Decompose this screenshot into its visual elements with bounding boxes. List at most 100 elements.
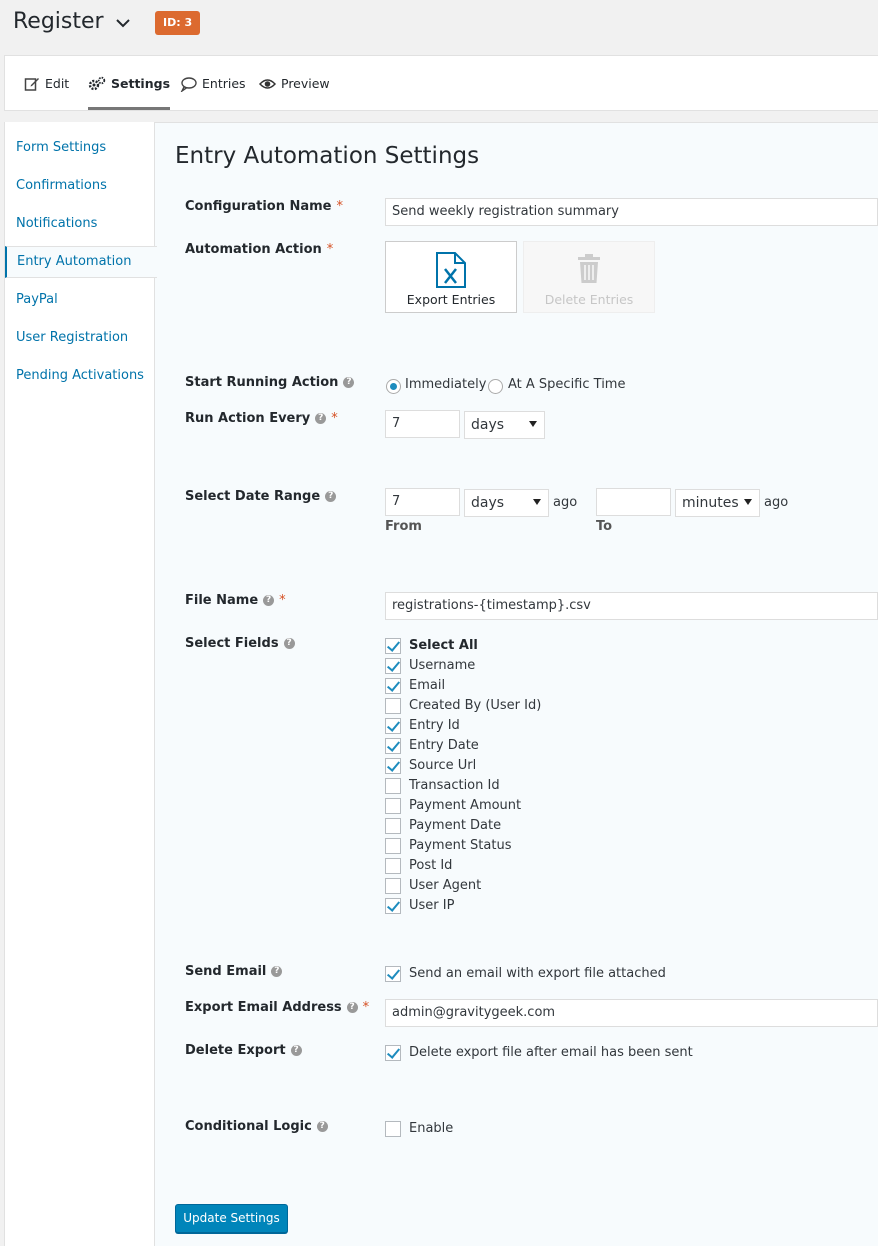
chevron-down-icon[interactable] xyxy=(114,14,132,32)
date-to-unit-select[interactable]: minutes xyxy=(675,489,760,517)
help-icon[interactable]: ? xyxy=(263,595,275,606)
conditional-logic-option-label: Enable xyxy=(409,1121,454,1136)
help-icon[interactable]: ? xyxy=(271,966,283,977)
date-from-label: From xyxy=(385,519,422,534)
field-checkbox[interactable] xyxy=(385,858,401,874)
field-checkbox-label: Select All xyxy=(409,638,478,653)
conditional-logic-label: Conditional Logic? xyxy=(185,1119,328,1134)
sidebar-item-pending-activations[interactable]: Pending Activations xyxy=(16,368,144,383)
sidebar-item-entry-automation-label: Entry Automation xyxy=(17,254,132,269)
dropdown-arrow-icon xyxy=(533,499,541,505)
specific-time-radio[interactable] xyxy=(488,379,503,394)
dropdown-arrow-icon xyxy=(744,499,752,505)
sidebar-item-user-registration[interactable]: User Registration xyxy=(16,330,128,345)
field-checkbox-label: Email xyxy=(409,678,446,693)
field-checkbox-label: Payment Date xyxy=(409,818,502,833)
page-title: Entry Automation Settings xyxy=(175,143,480,169)
sidebar-item-paypal[interactable]: PayPal xyxy=(16,292,58,307)
help-icon[interactable]: ? xyxy=(325,491,337,502)
immediately-radio[interactable] xyxy=(386,379,401,394)
help-icon[interactable]: ? xyxy=(283,638,295,649)
config-name-input[interactable]: Send weekly registration summary xyxy=(385,198,878,226)
field-checkbox[interactable] xyxy=(385,698,401,714)
required-marker: * xyxy=(362,1000,370,1015)
file-name-input[interactable]: registrations-{timestamp}.csv xyxy=(385,592,878,620)
toolbar-preview-label: Preview xyxy=(281,76,330,91)
field-checkbox[interactable] xyxy=(385,758,401,774)
export-entries-option[interactable]: Export Entries xyxy=(385,241,517,313)
field-checkbox[interactable] xyxy=(385,638,401,654)
send-email-label: Send Email? xyxy=(185,964,283,979)
toolbar-settings-label: Settings xyxy=(111,76,171,91)
dropdown-arrow-icon xyxy=(529,421,537,427)
sidebar-item-confirmations[interactable]: Confirmations xyxy=(16,178,107,193)
field-checkbox[interactable] xyxy=(385,898,401,914)
sidebar-item-form-settings[interactable]: Form Settings xyxy=(16,140,106,155)
export-entries-label: Export Entries xyxy=(406,292,496,307)
field-checkbox[interactable] xyxy=(385,658,401,674)
toolbar-preview[interactable]: Preview xyxy=(259,56,330,111)
delete-export-label: Delete Export? xyxy=(185,1043,302,1058)
help-icon[interactable]: ? xyxy=(316,1121,328,1132)
update-settings-button[interactable]: Update Settings xyxy=(175,1204,288,1233)
help-icon[interactable]: ? xyxy=(290,1045,302,1056)
date-to-suffix: ago xyxy=(764,495,789,510)
config-name-label: Configuration Name * xyxy=(185,199,344,214)
toolbar-entries[interactable]: Entries xyxy=(180,56,246,111)
required-marker: * xyxy=(331,411,338,426)
send-email-checkbox[interactable] xyxy=(385,966,401,982)
date-from-suffix: ago xyxy=(553,495,578,510)
field-checkbox[interactable] xyxy=(385,838,401,854)
field-checkbox[interactable] xyxy=(385,738,401,754)
form-id-badge: ID: 3 xyxy=(155,11,201,35)
excel-file-icon xyxy=(436,252,466,288)
delete-export-checkbox[interactable] xyxy=(385,1045,401,1061)
required-marker: * xyxy=(279,593,286,608)
date-to-label: To xyxy=(596,519,613,534)
date-from-unit-select[interactable]: days xyxy=(464,489,549,517)
required-marker: * xyxy=(326,242,334,257)
delete-export-option-label: Delete export file after email has been … xyxy=(409,1045,693,1060)
export-email-input[interactable]: admin@gravitygeek.com xyxy=(385,999,878,1027)
field-checkbox-label: Entry Date xyxy=(409,738,479,753)
gears-icon xyxy=(88,76,106,90)
field-checkbox-label: Created By (User Id) xyxy=(409,698,542,713)
start-running-label: Start Running Action? xyxy=(185,375,355,390)
settings-sidebar: Form Settings Confirmations Notification… xyxy=(4,122,157,1246)
run-every-unit-select[interactable]: days xyxy=(464,411,545,439)
help-icon[interactable]: ? xyxy=(346,1002,358,1013)
help-icon[interactable]: ? xyxy=(315,413,327,424)
eye-icon xyxy=(259,78,276,89)
field-checkbox[interactable] xyxy=(385,878,401,894)
conditional-logic-checkbox[interactable] xyxy=(385,1121,401,1137)
field-checkbox-label: Transaction Id xyxy=(409,778,500,793)
toolbar-edit[interactable]: Edit xyxy=(24,56,69,111)
toolbar-settings[interactable]: Settings xyxy=(88,56,171,111)
field-checkbox-label: Post Id xyxy=(409,858,453,873)
field-checkbox[interactable] xyxy=(385,678,401,694)
field-checkbox[interactable] xyxy=(385,798,401,814)
delete-entries-label: Delete Entries xyxy=(544,292,634,307)
run-every-label: Run Action Every? * xyxy=(185,411,338,426)
specific-time-label: At A Specific Time xyxy=(508,377,626,392)
immediately-label: Immediately xyxy=(405,377,487,392)
sidebar-item-notifications[interactable]: Notifications xyxy=(16,216,97,231)
date-to-input[interactable] xyxy=(596,488,671,516)
form-header: Register ID: 3 xyxy=(0,0,878,48)
sidebar-item-entry-automation[interactable]: Entry Automation xyxy=(5,246,157,278)
sidebar-divider xyxy=(154,122,155,246)
field-checkbox[interactable] xyxy=(385,718,401,734)
field-checkbox-label: Payment Status xyxy=(409,838,512,853)
field-checkbox[interactable] xyxy=(385,778,401,794)
help-icon[interactable]: ? xyxy=(343,377,355,388)
date-from-input[interactable]: 7 xyxy=(385,488,460,516)
sidebar-divider xyxy=(154,278,155,1246)
field-checkbox-label: User IP xyxy=(409,898,455,913)
file-name-label: File Name? * xyxy=(185,593,286,608)
run-every-input[interactable]: 7 xyxy=(385,410,460,438)
select-fields-label: Select Fields? xyxy=(185,636,295,651)
send-email-option-label: Send an email with export file attached xyxy=(409,966,666,981)
form-toolbar: Edit Settings Entries Preview xyxy=(4,55,878,111)
edit-icon xyxy=(24,77,39,91)
field-checkbox[interactable] xyxy=(385,818,401,834)
